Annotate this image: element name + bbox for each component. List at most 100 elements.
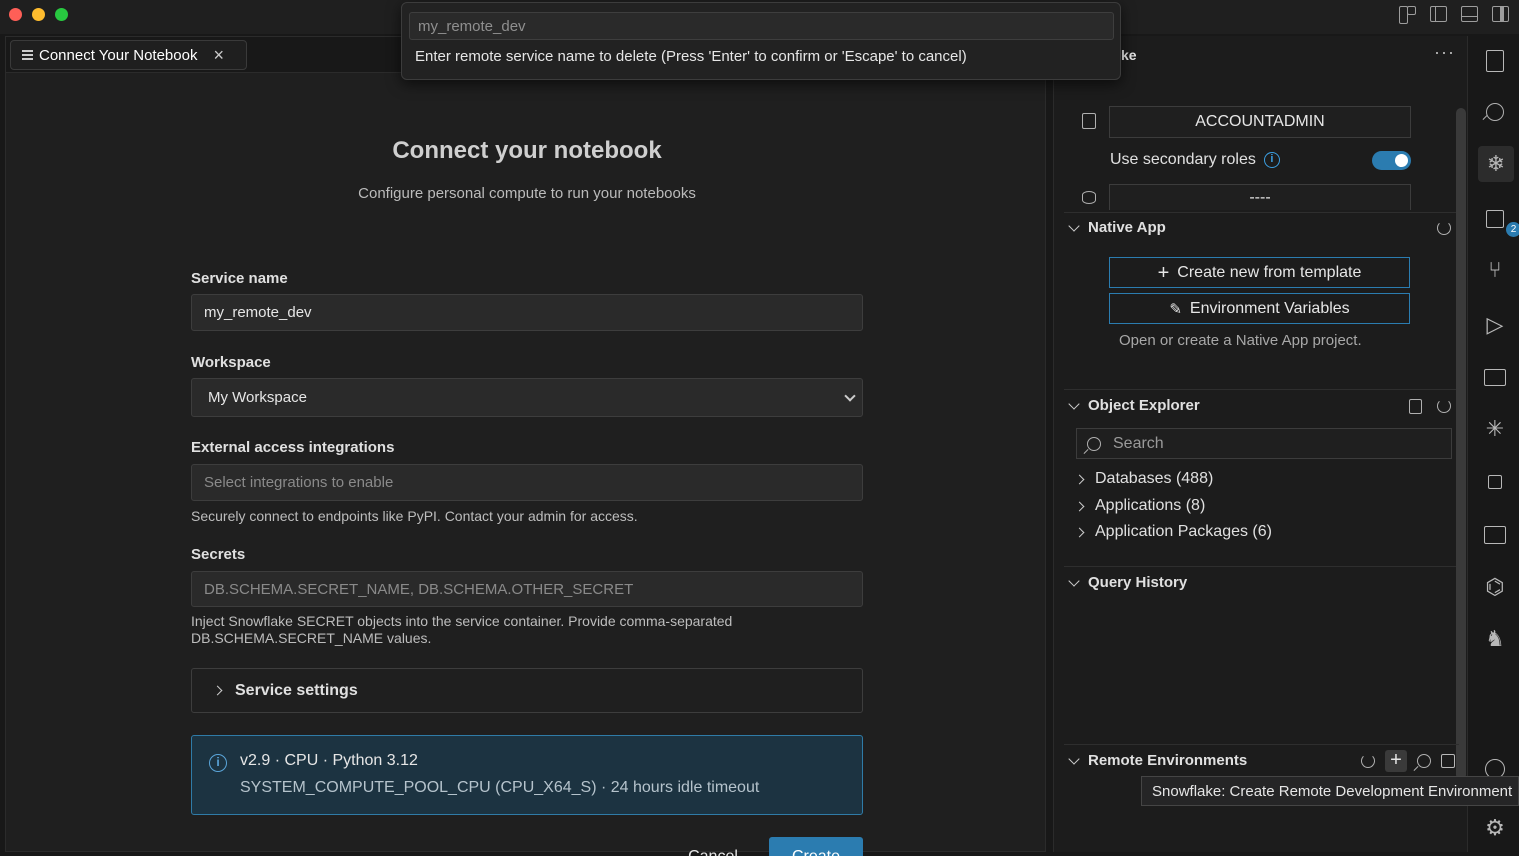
search-placeholder: Search: [1113, 434, 1164, 452]
database-icon: [1082, 191, 1096, 204]
object-explorer-section-header[interactable]: Object Explorer: [1068, 397, 1200, 414]
secondary-roles-toggle[interactable]: [1372, 151, 1411, 170]
search-icon[interactable]: [1482, 99, 1508, 125]
secrets-help-line1: Inject Snowflake SECRET objects into the…: [191, 613, 733, 629]
tab-connect-notebook[interactable]: Connect Your Notebook ×: [10, 40, 247, 70]
query-history-title: Query History: [1088, 574, 1188, 591]
chevron-right-icon: [212, 685, 223, 696]
info-icon: i: [209, 754, 227, 772]
object-explorer-title: Object Explorer: [1088, 397, 1200, 414]
service-settings-toggle[interactable]: Service settings: [191, 668, 863, 713]
info-icon[interactable]: i: [1263, 152, 1280, 168]
tree-item-label: Databases (488): [1095, 470, 1214, 487]
extensions-icon[interactable]: 2: [1482, 206, 1519, 237]
environment-variables-button[interactable]: ✎ Environment Variables: [1109, 293, 1410, 324]
create-from-template-button[interactable]: + Create new from template: [1109, 257, 1410, 288]
close-window-button[interactable]: [9, 8, 22, 21]
more-actions-icon[interactable]: ···: [1434, 42, 1455, 63]
panel-title-fragment: ke: [1121, 47, 1137, 63]
secrets-input[interactable]: DB.SCHEMA.SECRET_NAME, DB.SCHEMA.OTHER_S…: [191, 571, 863, 607]
eai-input[interactable]: Select integrations to enable: [191, 464, 863, 501]
chevron-right-icon: [1074, 474, 1085, 484]
cancel-button[interactable]: Cancel: [673, 838, 753, 856]
tree-item-databases[interactable]: Databases (488): [1074, 470, 1214, 488]
chevron-right-icon: [1074, 527, 1085, 537]
python-icon[interactable]: ⌬: [1482, 574, 1508, 600]
warehouse-selector[interactable]: ----: [1109, 184, 1411, 210]
chevron-down-icon: [1068, 752, 1080, 765]
asterisk-extension-icon[interactable]: ✳: [1482, 416, 1508, 442]
service-name-input[interactable]: my_remote_dev: [191, 294, 863, 331]
refresh-icon[interactable]: [1437, 399, 1451, 413]
elephant-icon[interactable]: ♞: [1482, 626, 1508, 652]
eai-label: External access integrations: [191, 439, 395, 456]
refresh-icon[interactable]: [1361, 754, 1375, 768]
chevron-right-icon: [1074, 501, 1085, 511]
layout-controls: [1399, 6, 1509, 24]
minimize-window-button[interactable]: [32, 8, 45, 21]
remote-environments-section-header[interactable]: Remote Environments: [1068, 752, 1248, 769]
snowflake-side-panel: ke ··· ACCOUNTADMIN Use secondary roles …: [1053, 36, 1468, 852]
customize-layout-icon[interactable]: [1399, 6, 1416, 24]
query-history-section-header[interactable]: Query History: [1068, 574, 1188, 591]
package-icon[interactable]: [1482, 522, 1508, 548]
tree-item-applications[interactable]: Applications (8): [1074, 497, 1206, 515]
toggle-panel-icon[interactable]: [1461, 6, 1478, 22]
close-icon[interactable]: ×: [213, 46, 224, 64]
remote-environments-actions: +: [1361, 750, 1455, 772]
tooltip: Snowflake: Create Remote Development Env…: [1141, 776, 1519, 806]
role-icon: [1082, 113, 1096, 129]
search-icon[interactable]: [1417, 754, 1431, 768]
extensions-badge: 2: [1506, 222, 1519, 237]
object-search-input[interactable]: Search: [1076, 428, 1452, 459]
tree-item-label: Applications (8): [1095, 497, 1206, 514]
native-app-title: Native App: [1088, 219, 1166, 236]
service-settings-label: Service settings: [235, 681, 358, 699]
editor-area: Connect Your Notebook × Connect your not…: [5, 36, 1046, 856]
env-vars-label: Environment Variables: [1189, 299, 1350, 317]
service-name-label: Service name: [191, 270, 288, 287]
native-app-note: Open or create a Native App project.: [1119, 332, 1362, 349]
toggle-primary-sidebar-icon[interactable]: [1430, 6, 1447, 22]
add-remote-environment-button[interactable]: +: [1385, 750, 1407, 772]
explorer-icon[interactable]: [1482, 48, 1508, 74]
create-template-label: Create new from template: [1177, 263, 1362, 281]
role-selector[interactable]: ACCOUNTADMIN: [1109, 106, 1411, 138]
chevron-down-icon: [1068, 219, 1080, 232]
page-title: Connect your notebook: [392, 137, 662, 164]
secrets-help-text: Inject Snowflake SECRET objects into the…: [191, 613, 732, 647]
native-app-section-header[interactable]: Native App: [1068, 219, 1166, 236]
panel-scrollbar[interactable]: [1456, 108, 1466, 780]
runtime-info-box: i v2.9 · CPU · Python 3.12 SYSTEM_COMPUT…: [191, 735, 863, 815]
workspace-selected-value: My Workspace: [208, 389, 307, 406]
create-button[interactable]: Create: [769, 837, 863, 856]
chevron-down-icon: [844, 389, 856, 402]
diagram-icon[interactable]: [1482, 469, 1508, 495]
workspace-label: Workspace: [191, 354, 271, 371]
maximize-window-button[interactable]: [55, 8, 68, 21]
secrets-help-line2: DB.SCHEMA.SECRET_NAME values.: [191, 630, 432, 646]
run-debug-icon[interactable]: ▷: [1482, 312, 1508, 338]
source-control-icon[interactable]: ⑂: [1482, 257, 1508, 283]
tree-item-application-packages[interactable]: Application Packages (6): [1074, 523, 1272, 541]
workspace-select[interactable]: My Workspace: [191, 378, 863, 417]
tab-label: Connect Your Notebook: [39, 46, 198, 64]
remote-explorer-icon[interactable]: [1482, 364, 1508, 390]
snowflake-icon[interactable]: ❄: [1478, 146, 1514, 182]
secrets-label: Secrets: [191, 546, 246, 563]
collapse-all-icon[interactable]: [1441, 754, 1455, 768]
new-file-icon[interactable]: [1409, 399, 1422, 414]
toggle-secondary-sidebar-icon[interactable]: [1492, 6, 1509, 22]
secondary-roles-row: Use secondary roles i: [1110, 151, 1280, 169]
chevron-down-icon: [1068, 397, 1080, 410]
remote-environments-title: Remote Environments: [1088, 752, 1248, 769]
gear-icon[interactable]: ⚙: [1482, 815, 1508, 841]
quick-input-message: Enter remote service name to delete (Pre…: [415, 48, 967, 65]
search-icon: [1087, 436, 1101, 451]
refresh-icon[interactable]: [1437, 221, 1451, 235]
quick-input-field[interactable]: my_remote_dev: [409, 12, 1114, 40]
page-subtitle: Configure personal compute to run your n…: [358, 185, 696, 202]
connect-notebook-form: Connect your notebook Configure personal…: [191, 137, 863, 856]
chevron-down-icon: [1068, 574, 1080, 587]
preview-icon: [21, 49, 33, 61]
